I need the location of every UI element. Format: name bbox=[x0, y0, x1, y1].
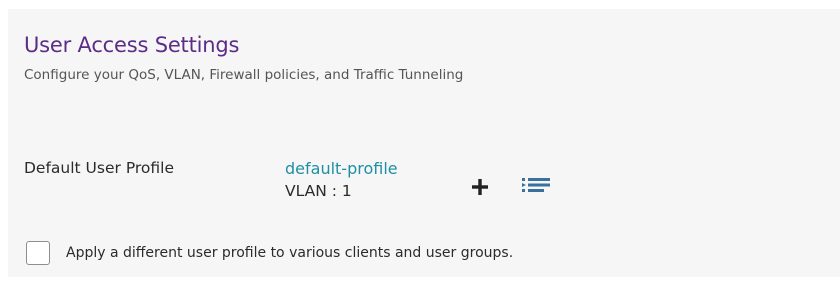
section-subtitle: Configure your QoS, VLAN, Firewall polic… bbox=[24, 67, 464, 83]
default-user-profile-label: Default User Profile bbox=[24, 159, 175, 177]
apply-different-profile-label[interactable]: Apply a different user profile to variou… bbox=[66, 245, 513, 261]
default-profile-link[interactable]: default-profile bbox=[285, 159, 398, 178]
plus-icon bbox=[472, 179, 488, 195]
apply-different-profile-checkbox[interactable] bbox=[26, 241, 50, 265]
user-access-settings-panel: User Access Settings Configure your QoS,… bbox=[8, 9, 840, 277]
add-profile-button[interactable] bbox=[460, 167, 500, 207]
profile-list-button[interactable] bbox=[516, 169, 556, 201]
vlan-value: VLAN : 1 bbox=[285, 182, 352, 200]
list-icon bbox=[522, 178, 550, 192]
section-title: User Access Settings bbox=[24, 33, 240, 57]
